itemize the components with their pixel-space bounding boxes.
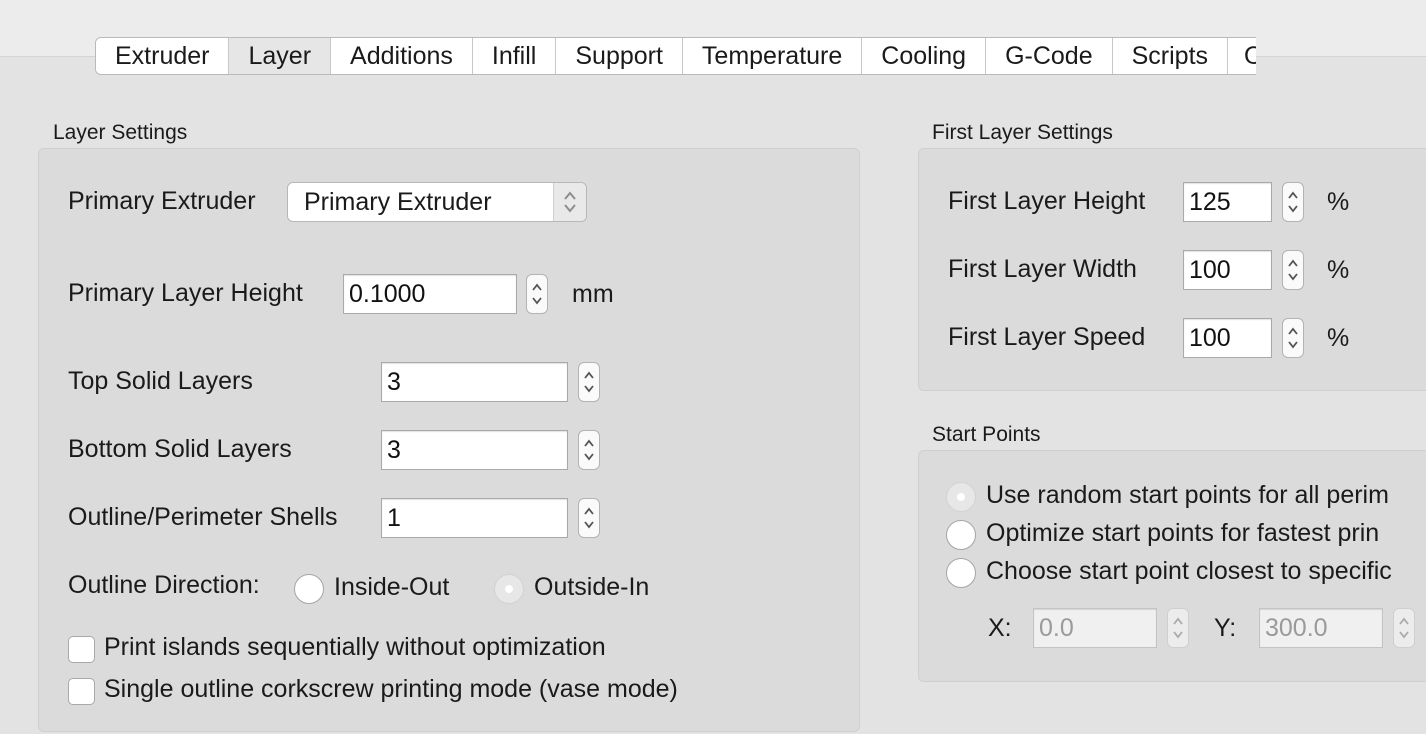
x-label: X: <box>988 614 1012 642</box>
closest-start-label: Choose start point closest to specific <box>986 557 1392 585</box>
primary-layer-height-label: Primary Layer Height <box>68 279 303 307</box>
primary-layer-height-stepper[interactable] <box>526 274 548 314</box>
primary-extruder-select[interactable]: Primary Extruder <box>287 182 587 222</box>
tab-bar: Extruder Layer Additions Infill Support … <box>95 37 1257 75</box>
outline-shells-input[interactable]: 1 <box>381 498 568 538</box>
stepper-arrows-icon <box>1288 259 1298 281</box>
first-layer-settings-title: First Layer Settings <box>932 121 1113 144</box>
first-layer-width-unit: % <box>1327 256 1350 284</box>
first-layer-speed-label: First Layer Speed <box>948 323 1146 351</box>
radio-random-start[interactable] <box>946 482 976 512</box>
top-solid-layers-label: Top Solid Layers <box>68 367 253 395</box>
first-layer-speed-unit: % <box>1327 324 1350 352</box>
vase-mode-checkbox[interactable] <box>68 678 95 705</box>
bottom-solid-layers-label: Bottom Solid Layers <box>68 435 292 463</box>
outside-in-label: Outside-In <box>534 573 650 601</box>
tab-extruder[interactable]: Extruder <box>96 38 230 74</box>
bottom-solid-layers-stepper[interactable] <box>578 430 600 470</box>
random-start-label: Use random start points for all perim <box>986 481 1389 509</box>
stepper-arrows-icon <box>532 283 542 305</box>
tab-cooling[interactable]: Cooling <box>862 38 987 74</box>
first-layer-height-input[interactable]: 125 <box>1183 182 1272 222</box>
inside-out-label: Inside-Out <box>334 573 450 601</box>
first-layer-height-unit: % <box>1327 188 1350 216</box>
optimize-start-label: Optimize start points for fastest prin <box>986 519 1380 547</box>
first-layer-width-stepper[interactable] <box>1282 250 1304 290</box>
first-layer-width-label: First Layer Width <box>948 255 1137 283</box>
primary-extruder-value: Primary Extruder <box>304 187 492 216</box>
tab-support[interactable]: Support <box>556 38 683 74</box>
stepper-arrows-icon <box>584 507 594 529</box>
primary-layer-height-input[interactable]: 0.1000 <box>343 274 517 314</box>
radio-outside-in[interactable] <box>494 574 524 604</box>
first-layer-height-label: First Layer Height <box>948 187 1146 215</box>
first-layer-height-stepper[interactable] <box>1282 182 1304 222</box>
radio-optimize-start[interactable] <box>946 520 976 550</box>
radio-closest-start[interactable] <box>946 558 976 588</box>
tab-infill[interactable]: Infill <box>472 38 557 74</box>
tab-scripts[interactable]: Scripts <box>1112 38 1229 74</box>
top-solid-layers-input[interactable]: 3 <box>381 362 568 402</box>
outline-direction-label: Outline Direction: <box>68 571 260 599</box>
tab-additions[interactable]: Additions <box>331 38 473 74</box>
stepper-arrows-icon <box>1173 617 1183 639</box>
tab-gcode[interactable]: G-Code <box>986 38 1113 74</box>
x-input[interactable]: 0.0 <box>1033 608 1157 648</box>
print-islands-label: Print islands sequentially without optim… <box>104 633 606 661</box>
first-layer-width-input[interactable]: 100 <box>1183 250 1272 290</box>
layer-settings-title: Layer Settings <box>53 121 188 144</box>
first-layer-speed-stepper[interactable] <box>1282 318 1304 358</box>
stepper-arrows-icon <box>584 439 594 461</box>
tab-other-truncated[interactable]: O <box>1228 38 1257 74</box>
primary-layer-height-unit: mm <box>572 280 614 308</box>
stepper-arrows-icon <box>1288 327 1298 349</box>
start-points-title: Start Points <box>932 423 1041 446</box>
select-chevrons-icon <box>553 183 586 221</box>
y-stepper[interactable] <box>1393 608 1415 648</box>
bottom-solid-layers-input[interactable]: 3 <box>381 430 568 470</box>
primary-extruder-label: Primary Extruder <box>68 187 256 215</box>
vase-mode-label: Single outline corkscrew printing mode (… <box>104 675 678 703</box>
top-solid-layers-stepper[interactable] <box>578 362 600 402</box>
stepper-arrows-icon <box>1288 191 1298 213</box>
radio-inside-out[interactable] <box>294 574 324 604</box>
y-input[interactable]: 300.0 <box>1259 608 1383 648</box>
print-islands-checkbox[interactable] <box>68 636 95 663</box>
tab-layer[interactable]: Layer <box>229 38 332 74</box>
x-stepper[interactable] <box>1167 608 1189 648</box>
first-layer-speed-input[interactable]: 100 <box>1183 318 1272 358</box>
tab-temperature[interactable]: Temperature <box>682 38 863 74</box>
stepper-arrows-icon <box>1399 617 1409 639</box>
y-label: Y: <box>1214 614 1237 642</box>
stepper-arrows-icon <box>584 371 594 393</box>
outline-shells-label: Outline/Perimeter Shells <box>68 503 338 531</box>
outline-shells-stepper[interactable] <box>578 498 600 538</box>
